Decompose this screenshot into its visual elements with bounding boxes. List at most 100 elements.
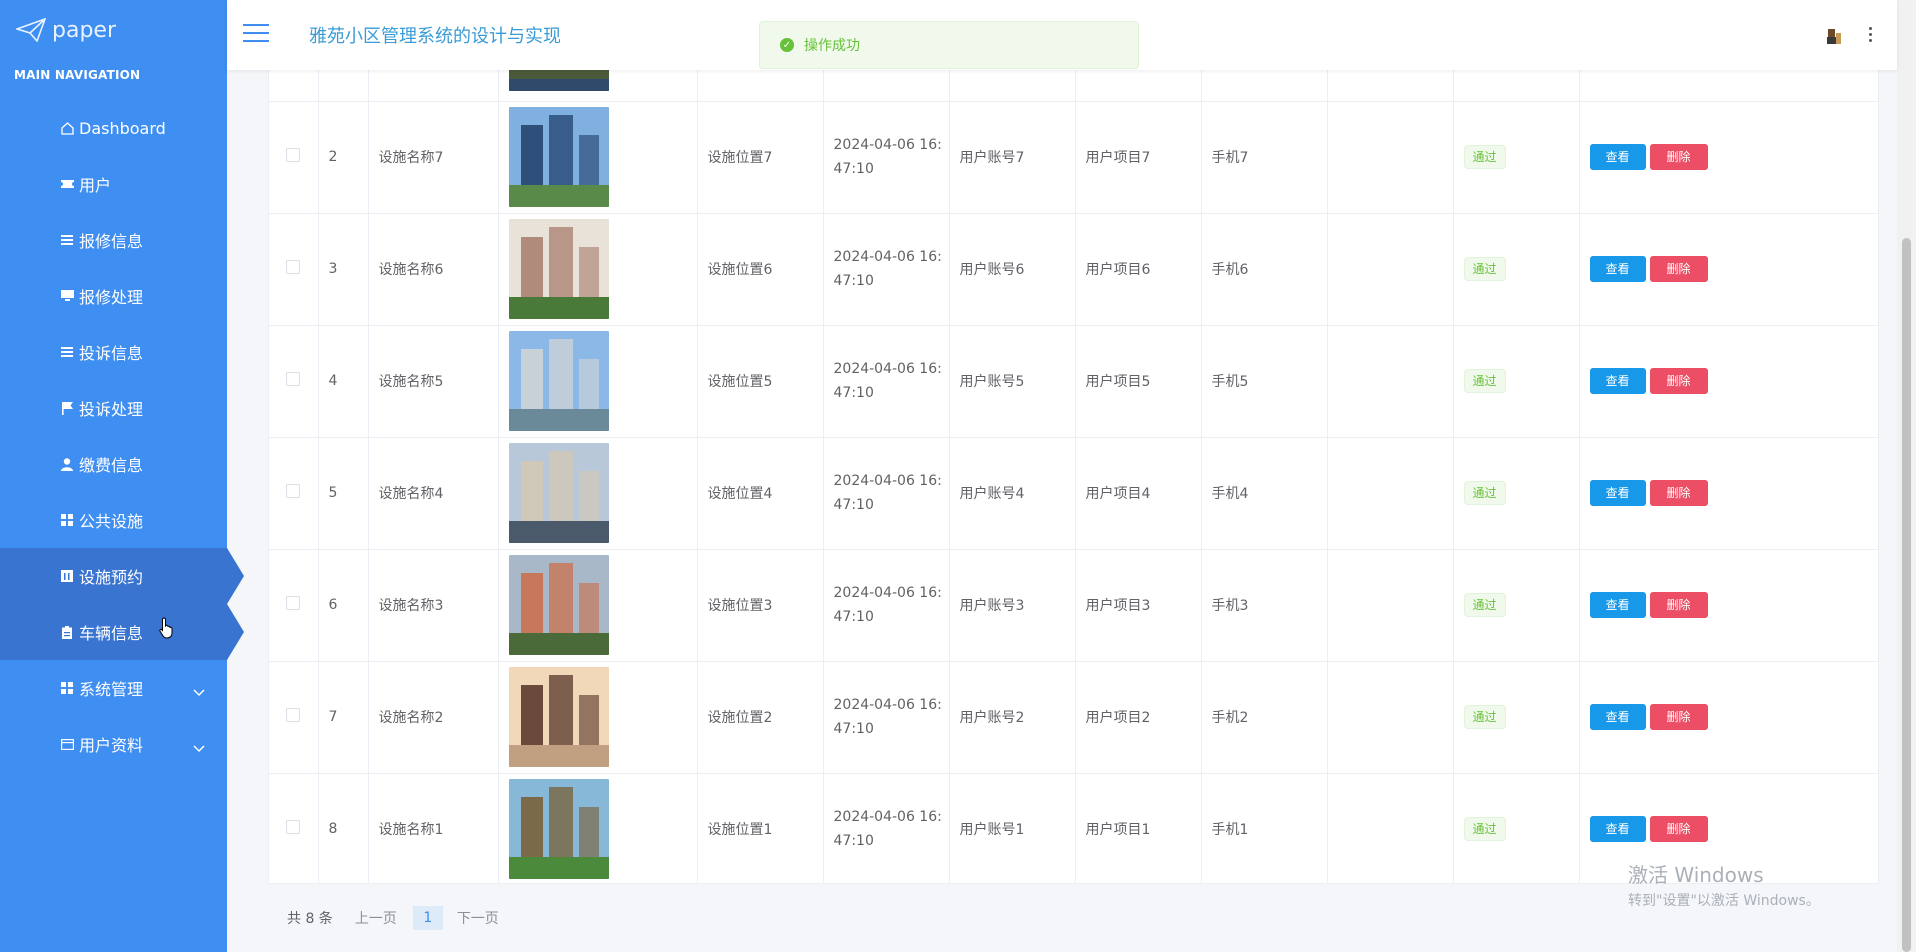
row-checkbox[interactable] [286,260,300,274]
status-cell: 通过 [1453,437,1580,550]
checkbox-cell [269,437,319,550]
location-cell: 设施位置7 [697,101,824,214]
sidebar-item-complaint-info[interactable]: 投诉信息 [0,324,227,380]
delete-button[interactable]: 删除 [1649,704,1708,730]
sidebar-item-repair-handle[interactable]: 报修处理 [0,268,227,324]
status-badge: 通过 [1463,257,1506,281]
row-checkbox[interactable] [286,596,300,610]
project-cell: 用户项目2 [1075,661,1202,774]
table-row: 6 设施名称3 设施位置3 2024-04-06 16: 47:10 用户账号3 用户项目3… [269,549,1878,662]
row-checkbox[interactable] [286,484,300,498]
avatar[interactable] [1825,27,1843,45]
facility-image[interactable] [508,555,609,655]
location-cell: 设施位置2 [697,661,824,774]
sidebar-item-facility-booking[interactable]: 设施预约 [0,548,244,604]
page-title: 雅苑小区管理系统的设计与实现 [309,26,561,47]
row-checkbox[interactable] [286,708,300,722]
scrollbar-thumb[interactable] [1902,238,1911,952]
sidebar-item-system-management[interactable]: 系统管理 [0,660,227,716]
status-cell: 通过 [1453,213,1580,326]
brand-name: paper [52,17,116,43]
view-button[interactable]: 查看 [1589,256,1646,282]
sidebar-item-label: Dashboard [79,118,166,138]
delete-button[interactable]: 删除 [1649,256,1708,282]
status-cell: 通过 [1453,549,1580,662]
sidebar-item-public-facilities[interactable]: 公共设施 [0,492,227,548]
facility-image[interactable] [508,667,609,767]
delete-button[interactable]: 删除 [1649,144,1708,170]
sidebar-item-repair-info[interactable]: 报修信息 [0,212,227,268]
time-date: 2024-04-06 16: [833,585,942,601]
account-cell: 用户账号3 [949,549,1076,662]
facility-image[interactable] [508,443,609,543]
view-button[interactable]: 查看 [1589,816,1646,842]
toast-message: 操作成功 [804,38,860,54]
location-cell: 设施位置1 [697,773,824,883]
empty-cell [1327,661,1454,774]
actions-cell: 查看 删除 [1579,549,1878,662]
sidebar-item-users[interactable]: 用户 [0,156,227,212]
index-cell: 3 [318,213,369,326]
prev-page-button[interactable]: 上一页 [355,908,397,928]
list-icon [60,345,74,359]
time-date: 2024-04-06 16: [833,697,942,713]
facility-name-cell: 设施名称1 [368,773,499,883]
page-scrollbar[interactable] [1897,0,1916,952]
table-row: 2 设施名称7 设施位置7 2024-04-06 16: 47:10 用户账号7 用户项目7… [269,101,1878,214]
facility-image[interactable] [508,107,609,207]
sidebar-item-label: 报修处理 [79,288,144,307]
checkbox-cell [269,325,319,438]
paper-plane-icon [16,18,46,42]
view-button[interactable]: 查看 [1589,480,1646,506]
view-button[interactable]: 查看 [1589,144,1646,170]
home-icon [60,121,74,135]
project-cell: 用户项目5 [1075,325,1202,438]
row-checkbox[interactable] [286,148,300,162]
image-cell [498,101,698,214]
project-cell: 用户项目3 [1075,549,1202,662]
checkbox-cell [269,661,319,774]
sidebar-item-user-profile[interactable]: 用户资料 [0,716,227,772]
table-row: 5 设施名称4 设施位置4 2024-04-06 16: 47:10 用户账号4 用户项目4… [269,437,1878,550]
delete-button[interactable]: 删除 [1649,592,1708,618]
row-checkbox[interactable] [286,372,300,386]
sidebar-item-dashboard[interactable]: Dashboard [0,100,227,156]
delete-button[interactable]: 删除 [1649,480,1708,506]
project-cell: 用户项目1 [1075,773,1202,883]
image-cell [498,661,698,774]
image-cell [498,437,698,550]
facility-image[interactable] [508,779,609,879]
checkbox-cell [269,549,319,662]
sidebar-item-complaint-handle[interactable]: 投诉处理 [0,380,227,436]
more-vertical-icon[interactable] [1867,27,1873,45]
facility-image[interactable] [508,331,609,431]
project-cell: 用户项目6 [1075,213,1202,326]
view-button[interactable]: 查看 [1589,368,1646,394]
next-page-button[interactable]: 下一页 [457,908,499,928]
time-date: 2024-04-06 16: [833,361,942,377]
actions-cell: 查看 删除 [1579,101,1878,214]
actions-cell: 查看 删除 [1579,213,1878,326]
sidebar-item-label: 缴费信息 [79,456,144,475]
time-clock: 47:10 [833,161,874,177]
empty-cell [1327,325,1454,438]
time-clock: 47:10 [833,609,874,625]
brand-logo[interactable]: paper [0,0,227,60]
menu-toggle-icon[interactable] [243,24,269,44]
sidebar-item-payment-info[interactable]: 缴费信息 [0,436,227,492]
delete-button[interactable]: 删除 [1649,816,1708,842]
project-cell: 用户项目7 [1075,101,1202,214]
time-date: 2024-04-06 16: [833,137,942,153]
current-page-button[interactable]: 1 [412,906,443,930]
status-badge: 通过 [1463,593,1506,617]
facility-image[interactable] [508,219,609,319]
delete-button[interactable]: 删除 [1649,368,1708,394]
checkbox-cell [269,213,319,326]
pagination-total: 共 8 条 [287,911,333,927]
row-checkbox[interactable] [286,820,300,834]
sidebar-item-vehicle-info[interactable]: 车辆信息 [0,604,244,660]
facility-booking-table: 2 设施名称7 设施位置7 2024-04-06 16: 47:10 用户账号7 用户项目7… [268,0,1879,884]
grid-icon [60,681,74,695]
view-button[interactable]: 查看 [1589,592,1646,618]
view-button[interactable]: 查看 [1589,704,1646,730]
